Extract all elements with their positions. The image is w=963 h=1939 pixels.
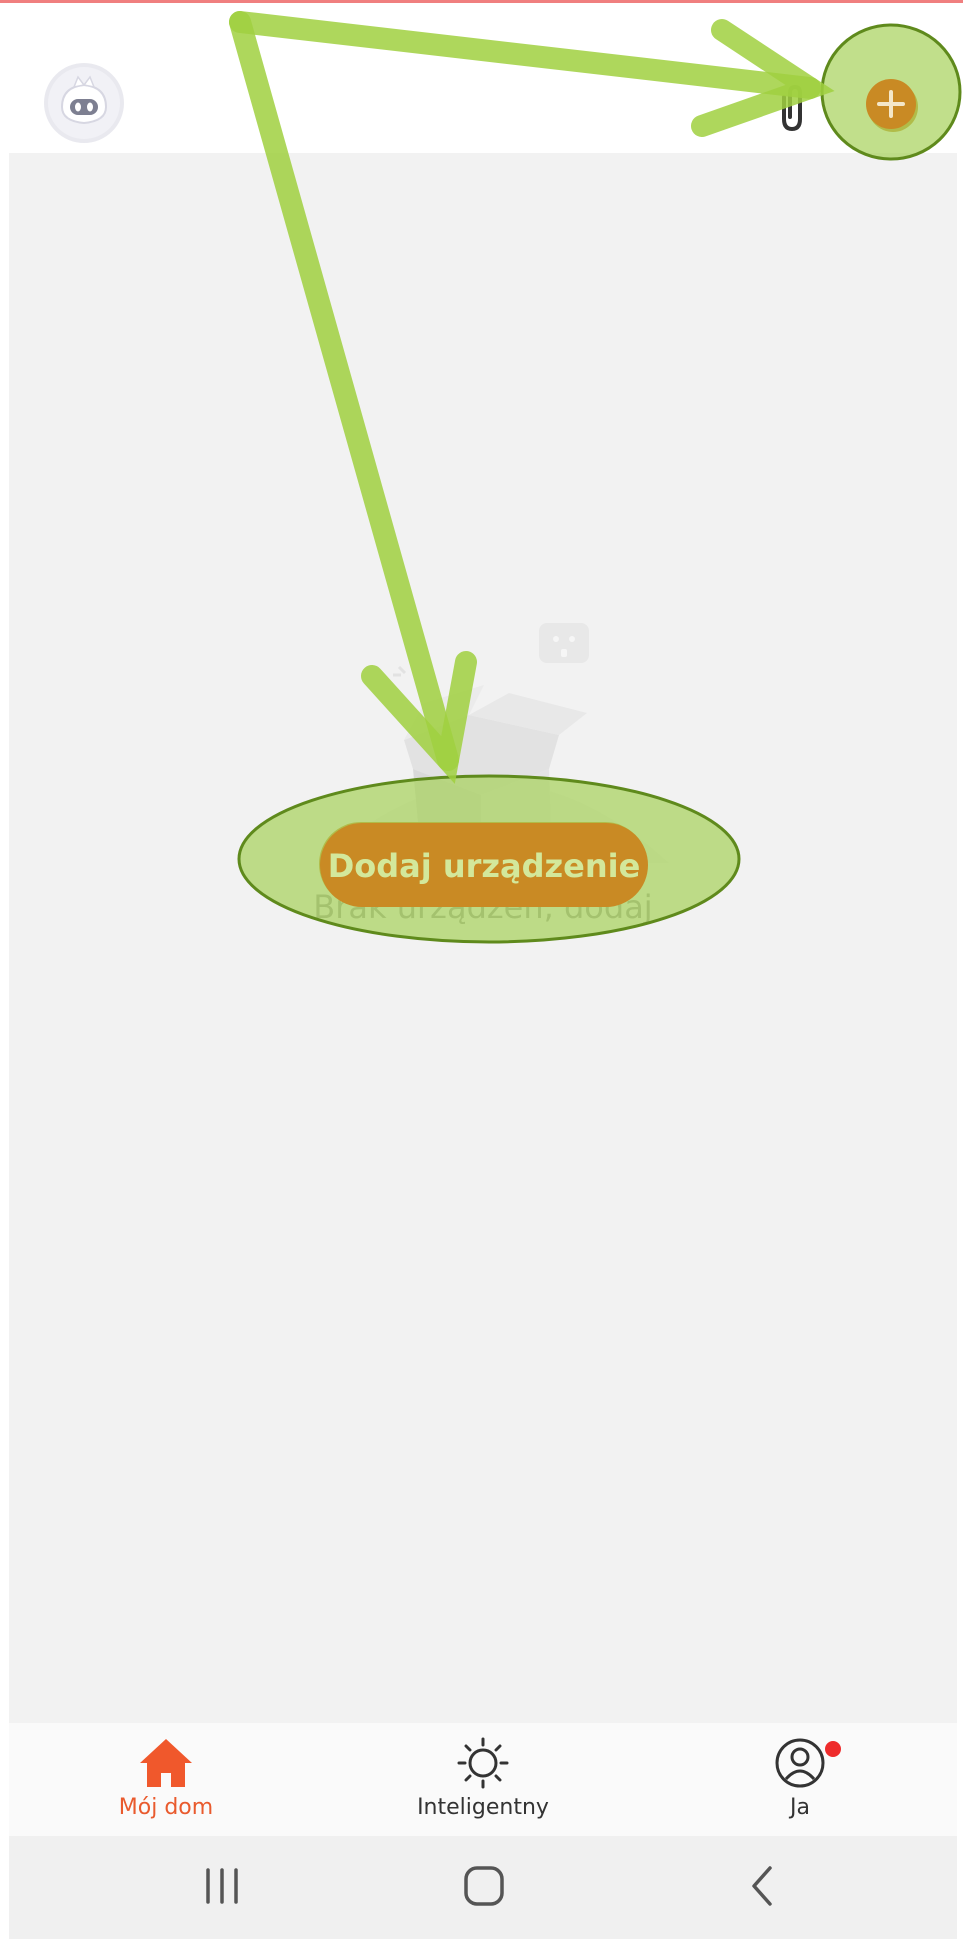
header xyxy=(0,3,963,153)
tab-me-label: Ja xyxy=(790,1795,810,1820)
notification-badge xyxy=(823,1739,843,1759)
add-device-button[interactable]: Dodaj urządzenie xyxy=(319,822,647,906)
plus-icon[interactable] xyxy=(868,82,918,132)
sun-icon xyxy=(457,1737,509,1789)
empty-box-illustration xyxy=(309,453,679,863)
home-icon xyxy=(140,1739,192,1787)
app-screen: Brak urządzeń, dodaj Dodaj urządzenie Mó… xyxy=(0,0,963,1939)
system-navigation-bar xyxy=(9,1836,957,1939)
home-button-icon[interactable] xyxy=(424,1836,544,1939)
tab-me[interactable]: Ja xyxy=(700,1723,900,1836)
tab-smart[interactable]: Inteligentny xyxy=(383,1723,583,1836)
device-list-area: Brak urządzeń, dodaj Dodaj urządzenie xyxy=(9,153,957,1723)
back-icon[interactable] xyxy=(704,1836,824,1939)
tab-smart-label: Inteligentny xyxy=(417,1795,549,1820)
recents-icon[interactable] xyxy=(162,1836,282,1939)
tab-my-home[interactable]: Mój dom xyxy=(66,1723,266,1836)
tab-my-home-label: Mój dom xyxy=(118,1795,214,1820)
paperclip-icon[interactable] xyxy=(770,83,814,135)
robot-avatar-icon[interactable] xyxy=(44,63,124,143)
bottom-tab-bar: Mój dom Inteligentny Ja xyxy=(9,1723,957,1836)
profile-icon xyxy=(775,1738,825,1788)
